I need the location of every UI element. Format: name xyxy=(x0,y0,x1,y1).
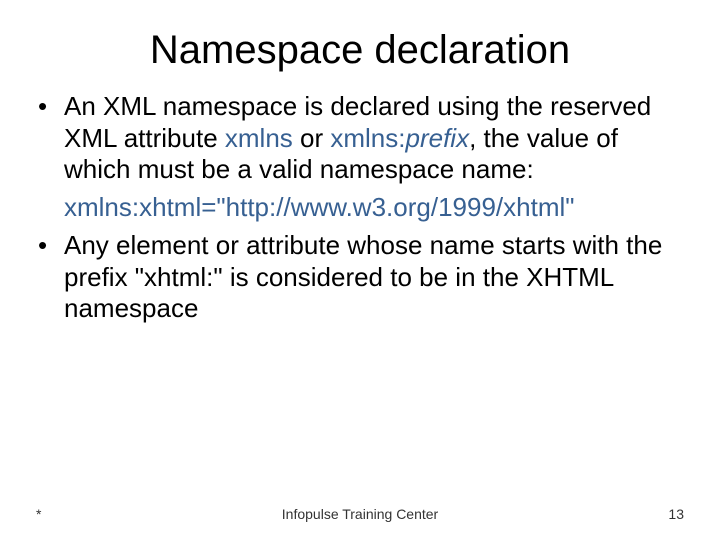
keyword: xmlns xyxy=(225,123,293,153)
bullet-text: Any element or attribute whose name star… xyxy=(64,230,662,323)
bullet-text: or xyxy=(293,123,331,153)
bullet-list: An XML namespace is declared using the r… xyxy=(36,91,684,186)
bullet-item: Any element or attribute whose name star… xyxy=(36,230,684,325)
slide: Namespace declaration An XML namespace i… xyxy=(0,0,720,540)
slide-number: 13 xyxy=(668,506,684,522)
slide-title: Namespace declaration xyxy=(0,0,720,91)
slide-footer: * Infopulse Training Center 13 xyxy=(0,506,720,522)
bullet-list: Any element or attribute whose name star… xyxy=(36,230,684,325)
footer-center: Infopulse Training Center xyxy=(0,506,720,522)
code-example: xmlns:xhtml="http://www.w3.org/1999/xhtm… xyxy=(36,192,684,224)
footer-date: * xyxy=(36,506,41,522)
slide-content: An XML namespace is declared using the r… xyxy=(0,91,720,325)
keyword-italic: prefix xyxy=(406,123,470,153)
keyword: xmlns: xyxy=(330,123,405,153)
bullet-item: An XML namespace is declared using the r… xyxy=(36,91,684,186)
